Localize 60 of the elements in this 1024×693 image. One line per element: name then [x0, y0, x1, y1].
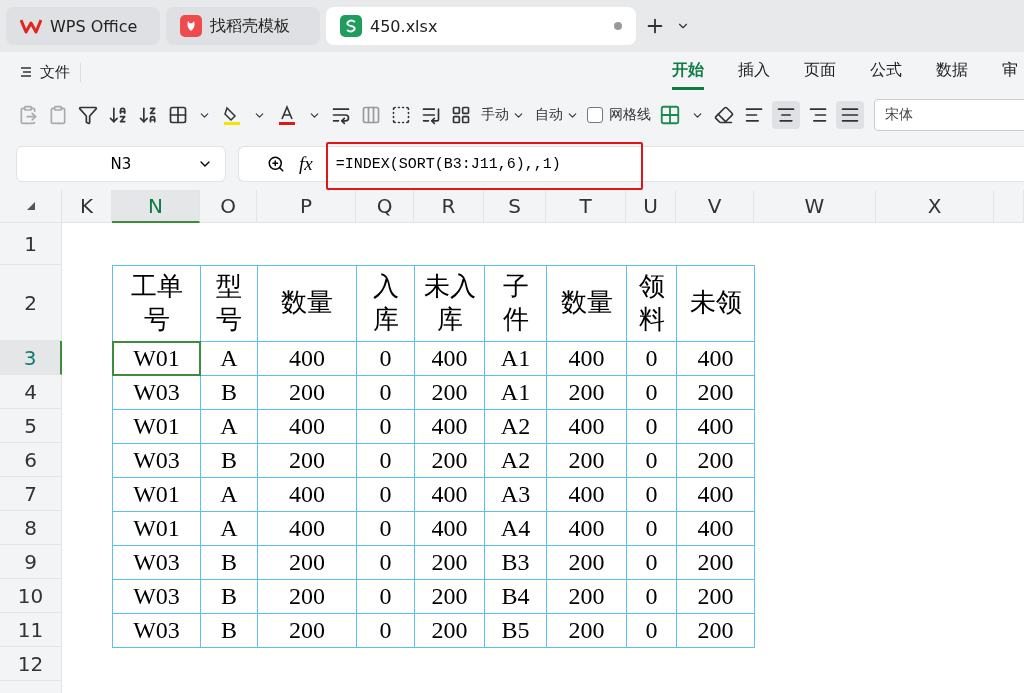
row-height-dropdown[interactable]: 手动: [479, 104, 527, 126]
gridlines-checkbox[interactable]: [587, 107, 603, 123]
ribbon-tab[interactable]: 页面: [804, 54, 836, 90]
row-header[interactable]: 2: [0, 265, 62, 341]
column-header[interactable]: U: [626, 190, 676, 223]
row-header[interactable]: 3: [0, 341, 62, 375]
name-box[interactable]: N3: [16, 146, 226, 182]
ribbon-tab[interactable]: 公式: [870, 54, 902, 90]
column-header[interactable]: O: [200, 190, 257, 223]
header-cell: 工单号: [112, 265, 201, 342]
formula-text: =INDEX(SORT(B3:J11,6),,1): [326, 155, 561, 173]
file-menu[interactable]: 文件: [20, 62, 81, 82]
tab-label: 找稻壳模板: [210, 15, 291, 37]
table-cell[interactable]: W01: [112, 341, 201, 376]
spreadsheet-icon: [340, 15, 362, 37]
unsaved-dot-icon: [614, 22, 622, 30]
table-cell[interactable]: W03: [112, 613, 201, 648]
column-width-dropdown[interactable]: 自动: [533, 104, 581, 126]
ribbon-tab[interactable]: 插入: [738, 54, 770, 90]
row-header[interactable]: 5: [0, 409, 62, 443]
row-header[interactable]: 12: [0, 647, 62, 681]
row-header[interactable]: 11: [0, 613, 62, 647]
column-header[interactable]: X: [876, 190, 994, 223]
column-header[interactable]: W: [754, 190, 876, 223]
column-header[interactable]: N: [112, 190, 200, 223]
column-header[interactable]: T: [546, 190, 626, 223]
ribbon-tab[interactable]: 数据: [936, 54, 968, 90]
document-tab[interactable]: 找稻壳模板: [166, 7, 320, 45]
document-tab[interactable]: 450.xlsx: [326, 7, 636, 45]
column-header[interactable]: P: [257, 190, 356, 223]
column-header[interactable]: Q: [356, 190, 414, 223]
docer-logo-icon: [180, 15, 202, 37]
row-header[interactable]: 8: [0, 511, 62, 545]
select-all-icon[interactable]: [25, 201, 36, 211]
header-cell: 未领: [676, 265, 755, 342]
row-header[interactable]: 6: [0, 443, 62, 477]
row-header[interactable]: 9: [0, 545, 62, 579]
ribbon-tab[interactable]: 审: [1002, 54, 1018, 90]
column-header[interactable]: R: [414, 190, 484, 223]
column-header[interactable]: S: [484, 190, 546, 223]
wps-logo-icon: [20, 17, 42, 35]
formula-bar[interactable]: fx =INDEX(SORT(B3:J11,6),,1): [238, 146, 1024, 182]
font-field[interactable]: 宋体: [874, 99, 1024, 131]
gridlines-label: 网格线: [609, 106, 651, 124]
row-header[interactable]: 7: [0, 477, 62, 511]
table-cell[interactable]: 200: [676, 613, 755, 648]
column-header[interactable]: V: [676, 190, 754, 223]
align-center-icon[interactable]: [772, 101, 800, 129]
ribbon-tab[interactable]: 开始: [672, 54, 704, 90]
tab-label: 450.xlsx: [370, 16, 439, 36]
row-header[interactable]: 10: [0, 579, 62, 613]
column-header[interactable]: K: [62, 190, 112, 223]
zoom-icon[interactable]: [267, 155, 285, 173]
menu-icon: [20, 66, 32, 78]
fx-label: fx: [299, 153, 313, 175]
justify-icon[interactable]: [836, 101, 864, 129]
document-tab[interactable]: WPS Office: [6, 7, 160, 45]
row-header[interactable]: 1: [0, 223, 62, 265]
tab-label: WPS Office: [50, 16, 139, 36]
row-header[interactable]: 4: [0, 375, 62, 409]
